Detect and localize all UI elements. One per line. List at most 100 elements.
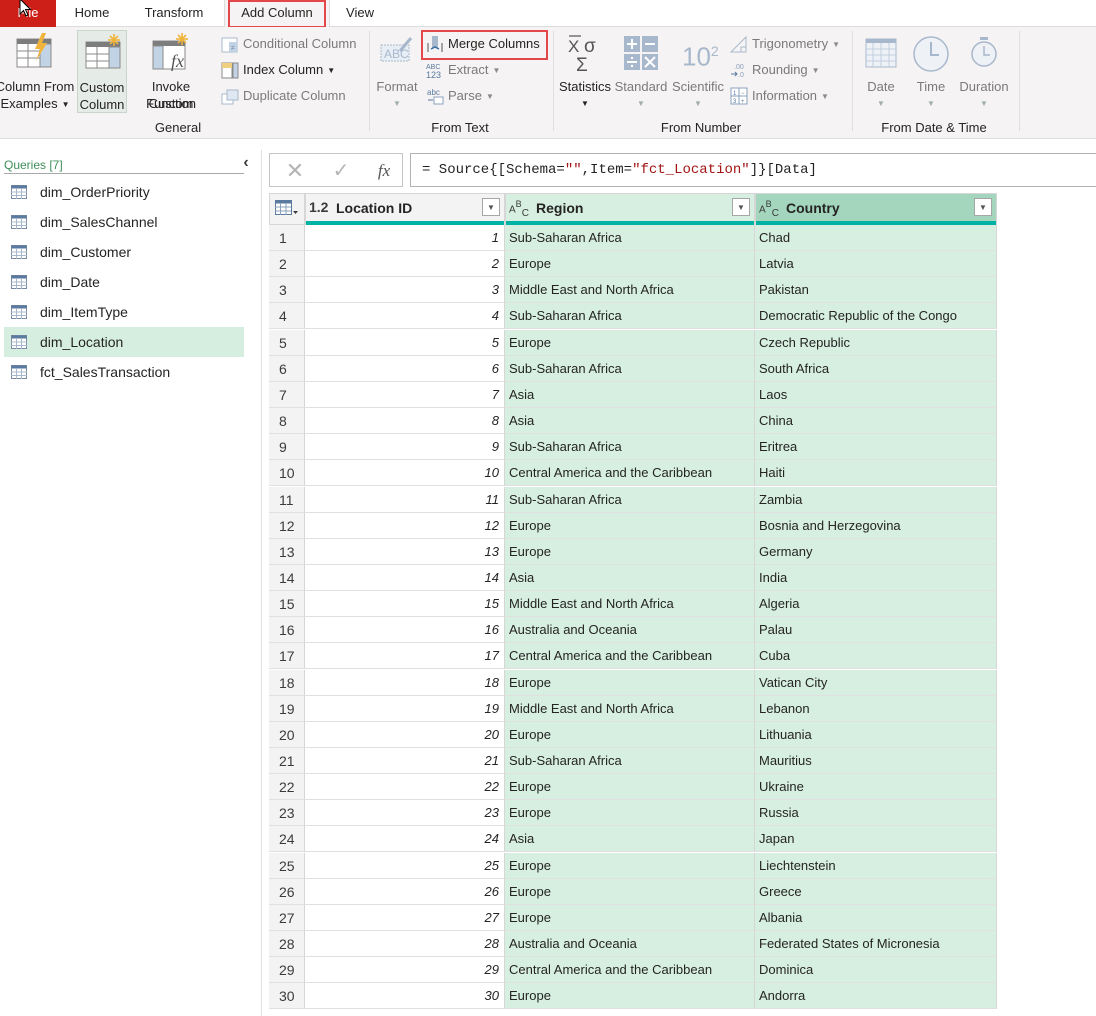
cell-country[interactable]: Andorra [755, 983, 997, 1009]
row-number[interactable]: 16 [269, 617, 305, 643]
cell-country[interactable]: Vatican City [755, 670, 997, 696]
row-number[interactable]: 30 [269, 983, 305, 1009]
cell-country[interactable]: Federated States of Micronesia [755, 931, 997, 957]
cell-country[interactable]: Palau [755, 617, 997, 643]
cell-country[interactable]: Czech Republic [755, 330, 997, 356]
decimal-type-icon[interactable]: 1.2 [309, 199, 328, 215]
row-number[interactable]: 5 [269, 330, 305, 356]
cell-country[interactable]: Democratic Republic of the Congo [755, 303, 997, 329]
cell-region[interactable]: Europe [505, 539, 755, 565]
cell-location-id[interactable]: 24 [305, 826, 505, 852]
row-number[interactable]: 21 [269, 748, 305, 774]
cell-country[interactable]: Zambia [755, 487, 997, 513]
cell-country[interactable]: China [755, 408, 997, 434]
trigonometry-button[interactable]: Trigonometry ▼ [730, 34, 845, 54]
row-number[interactable]: 17 [269, 643, 305, 669]
cell-country[interactable]: Ukraine [755, 774, 997, 800]
statistics-button[interactable]: X σ Σ Statistics ▼ [558, 27, 612, 115]
table-menu-icon[interactable] [275, 200, 299, 216]
column-filter-dropdown-icon[interactable]: ▼ [732, 198, 750, 216]
row-number[interactable]: 1 [269, 225, 305, 251]
query-item[interactable]: dim_SalesChannel [4, 207, 244, 237]
cell-country[interactable]: Liechtenstein [755, 853, 997, 879]
row-number[interactable]: 9 [269, 434, 305, 460]
cell-country[interactable]: South Africa [755, 356, 997, 382]
date-button[interactable]: Date ▼ [858, 27, 904, 115]
formula-input[interactable]: = Source{[Schema="",Item="fct_Location"]… [410, 153, 1096, 187]
cell-country[interactable]: Lebanon [755, 696, 997, 722]
cell-location-id[interactable]: 4 [305, 303, 505, 329]
row-number[interactable]: 27 [269, 905, 305, 931]
cell-country[interactable]: Cuba [755, 643, 997, 669]
row-number[interactable]: 3 [269, 277, 305, 303]
cell-country[interactable]: Haiti [755, 460, 997, 486]
invoke-custom-function-button[interactable]: fx Invoke Custom Function [128, 27, 214, 115]
merge-columns-button[interactable]: Merge Columns [426, 34, 546, 54]
cell-region[interactable]: Asia [505, 565, 755, 591]
cell-location-id[interactable]: 19 [305, 696, 505, 722]
cell-country[interactable]: Pakistan [755, 277, 997, 303]
cell-location-id[interactable]: 2 [305, 251, 505, 277]
custom-column-button[interactable]: Custom Column [77, 30, 127, 113]
cell-region[interactable]: Sub-Saharan Africa [505, 225, 755, 251]
index-column-button[interactable]: Index Column ▼ [221, 60, 341, 80]
row-number[interactable]: 19 [269, 696, 305, 722]
information-button[interactable]: 13 − + Information ▼ [730, 86, 835, 106]
cell-region[interactable]: Middle East and North Africa [505, 277, 755, 303]
row-number[interactable]: 12 [269, 513, 305, 539]
extract-button[interactable]: ABC 123 Extract ▼ [426, 60, 506, 80]
format-button[interactable]: ABC Format ▼ [374, 27, 420, 115]
column-header-region[interactable]: ABC Region ▼ [505, 193, 755, 225]
cell-location-id[interactable]: 1 [305, 225, 505, 251]
cell-location-id[interactable]: 30 [305, 983, 505, 1009]
cell-country[interactable]: Latvia [755, 251, 997, 277]
tab-transform[interactable]: Transform [130, 0, 218, 27]
row-number[interactable]: 10 [269, 460, 305, 486]
row-number[interactable]: 7 [269, 382, 305, 408]
cell-location-id[interactable]: 21 [305, 748, 505, 774]
tab-add-column[interactable]: Add Column [224, 0, 330, 28]
cell-location-id[interactable]: 16 [305, 617, 505, 643]
cell-location-id[interactable]: 20 [305, 722, 505, 748]
cell-region[interactable]: Europe [505, 983, 755, 1009]
duplicate-column-button[interactable]: Duplicate Column [221, 86, 356, 106]
cell-region[interactable]: Central America and the Caribbean [505, 957, 755, 983]
row-number[interactable]: 15 [269, 591, 305, 617]
cell-region[interactable]: Australia and Oceania [505, 931, 755, 957]
row-number[interactable]: 22 [269, 774, 305, 800]
column-header-location-id[interactable]: 1.2 Location ID ▼ [305, 193, 505, 225]
insert-function-icon[interactable]: fx [370, 158, 398, 184]
cell-region[interactable]: Middle East and North Africa [505, 591, 755, 617]
cell-location-id[interactable]: 27 [305, 905, 505, 931]
scientific-button[interactable]: 102 Scientific ▼ [670, 27, 726, 115]
rounding-button[interactable]: .00 .0 Rounding ▼ [730, 60, 825, 80]
cell-region[interactable]: Sub-Saharan Africa [505, 356, 755, 382]
cell-location-id[interactable]: 15 [305, 591, 505, 617]
cell-location-id[interactable]: 6 [305, 356, 505, 382]
time-button[interactable]: Time ▼ [908, 27, 954, 115]
cell-region[interactable]: Europe [505, 670, 755, 696]
cell-region[interactable]: Sub-Saharan Africa [505, 748, 755, 774]
query-item[interactable]: dim_ItemType [4, 297, 244, 327]
cell-region[interactable]: Europe [505, 853, 755, 879]
standard-button[interactable]: Standard ▼ [612, 27, 670, 115]
cell-country[interactable]: Albania [755, 905, 997, 931]
row-number[interactable]: 29 [269, 957, 305, 983]
cell-region[interactable]: Europe [505, 774, 755, 800]
row-number[interactable]: 4 [269, 303, 305, 329]
query-item[interactable]: dim_OrderPriority [4, 177, 244, 207]
cell-country[interactable]: Japan [755, 826, 997, 852]
row-number[interactable]: 13 [269, 539, 305, 565]
row-number[interactable]: 26 [269, 879, 305, 905]
row-number[interactable]: 24 [269, 826, 305, 852]
cell-location-id[interactable]: 23 [305, 800, 505, 826]
cell-location-id[interactable]: 10 [305, 460, 505, 486]
row-number[interactable]: 18 [269, 670, 305, 696]
query-item[interactable]: dim_Location [4, 327, 244, 357]
cell-location-id[interactable]: 5 [305, 330, 505, 356]
cell-region[interactable]: Asia [505, 382, 755, 408]
column-filter-dropdown-icon[interactable]: ▼ [974, 198, 992, 216]
cell-region[interactable]: Sub-Saharan Africa [505, 434, 755, 460]
table-menu-header[interactable] [269, 193, 305, 225]
cell-country[interactable]: Lithuania [755, 722, 997, 748]
